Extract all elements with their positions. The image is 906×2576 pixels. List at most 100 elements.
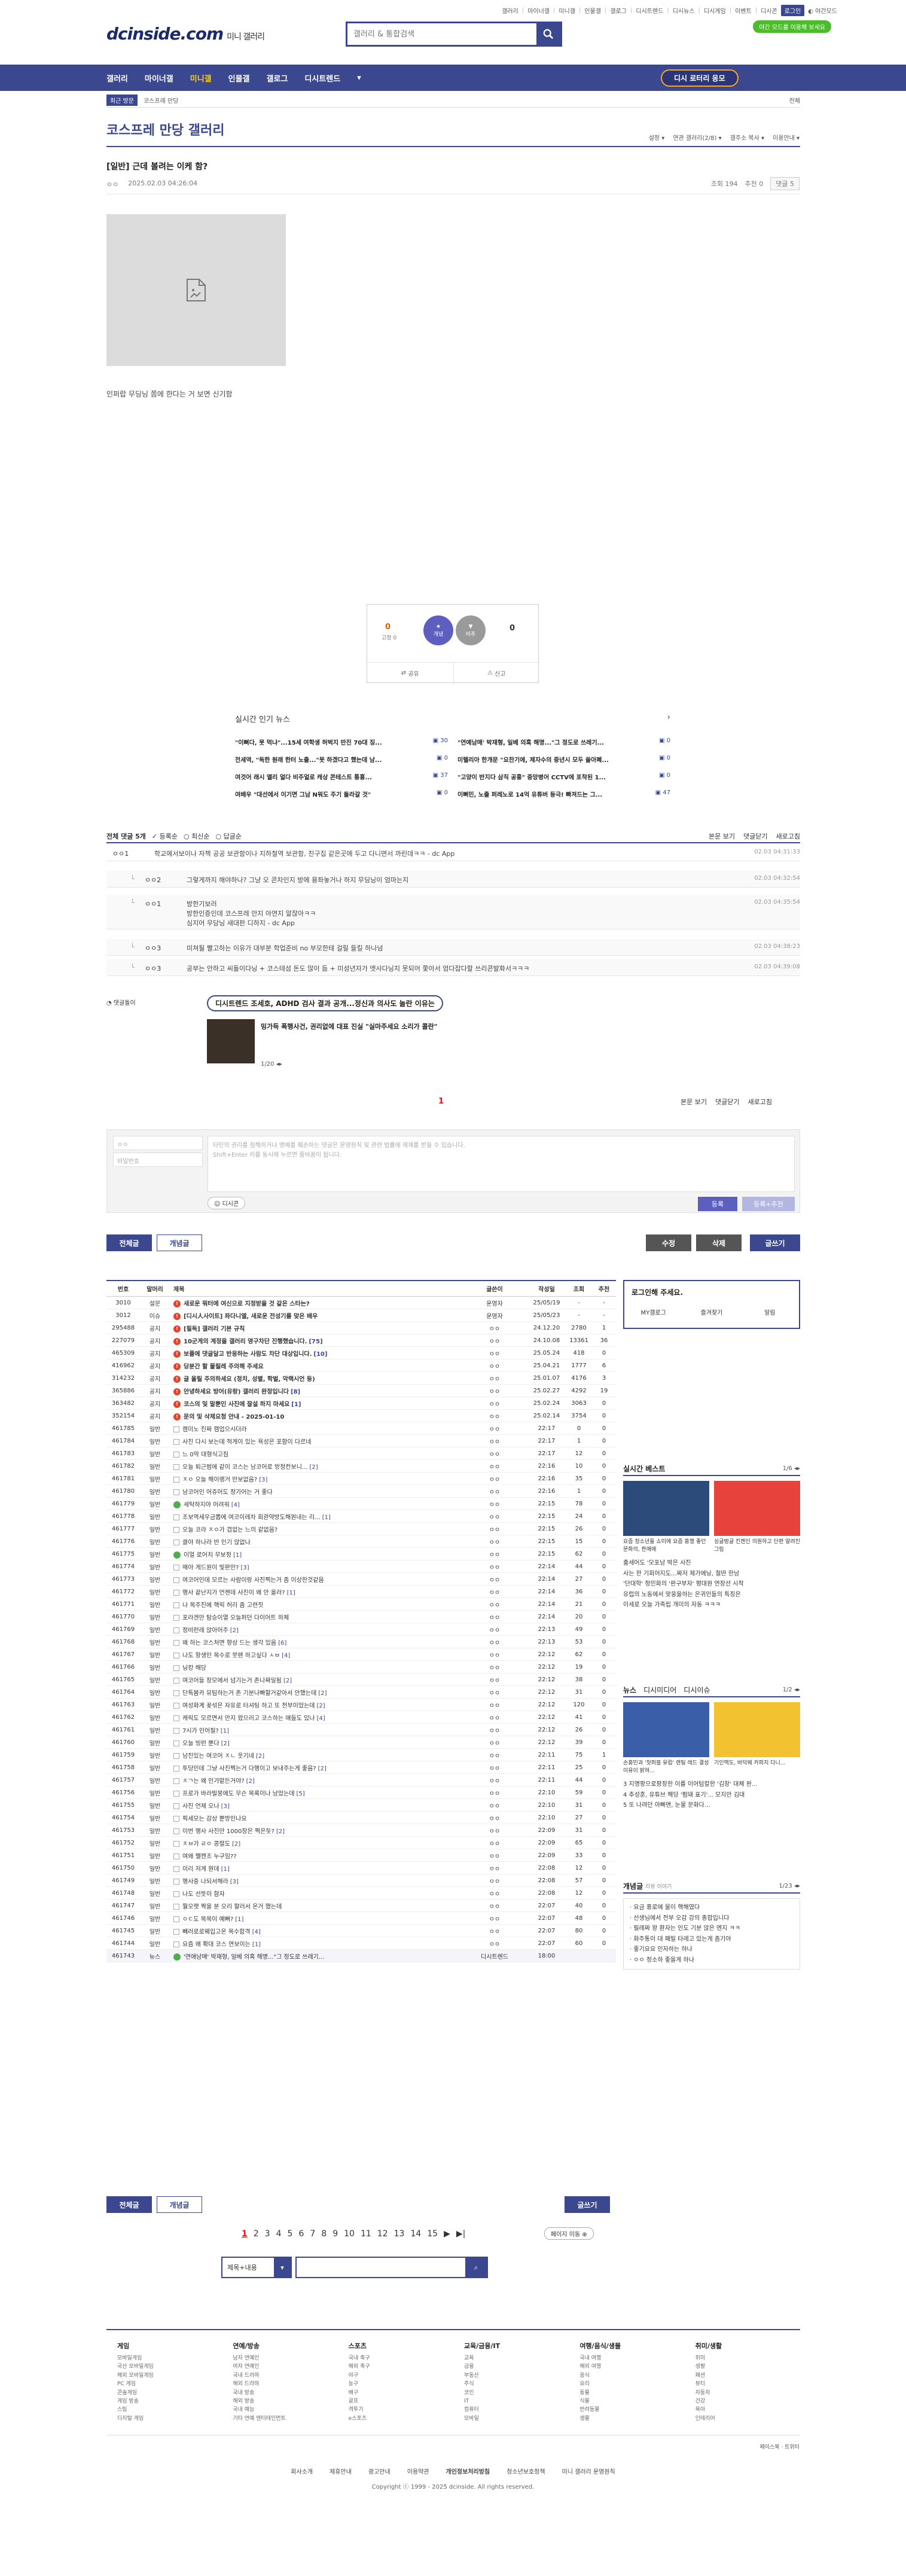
top-link[interactable]: 이벤트 xyxy=(735,6,752,15)
footer-link[interactable]: 패션 xyxy=(695,2371,800,2380)
post-title-text[interactable]: 캠미노 진짜 캠업으시더라 xyxy=(182,1426,247,1433)
comment-nick[interactable]: ㅇㅇ3 xyxy=(145,964,187,975)
footer-nav-link[interactable]: 광고안내 xyxy=(368,2467,391,2476)
reply-count[interactable]: [3] xyxy=(259,1477,267,1483)
page-link[interactable]: 10 xyxy=(344,2229,355,2239)
reply-count[interactable]: [1] xyxy=(291,1401,301,1408)
page-link[interactable]: 1 xyxy=(242,2229,248,2239)
nav-item[interactable]: 인물갤 xyxy=(228,72,250,84)
hot-news-item[interactable]: "고양이 반지다 삼직 공흥" 중앙병어 CCTV에 포착된 1... ▣ 0 xyxy=(457,772,670,781)
post-title-text[interactable]: 7시가 인어필? xyxy=(182,1728,219,1734)
table-row[interactable]: 461758 일반 투당인데 그냥 사진찍는거 다행이고 보내주는게 좋음? [2] ㅇ… xyxy=(106,1761,616,1774)
post-title-text[interactable]: 코스의 및 말뿐인 사진에 잘설 하지 마세요 xyxy=(184,1401,289,1408)
table-row[interactable]: 461762 일반 캐릭도 모르면서 만지 왔으러고 코스하는 얘들도 있나 [4] ㅇ… xyxy=(106,1711,616,1724)
post-title-cell[interactable]: 오늘 코라 ㅈㅇ가 겹없는 느의 같없음? xyxy=(170,1525,462,1534)
post-title-cell[interactable]: 나도 선뜻이 함자 xyxy=(170,1889,462,1898)
post-title-cell[interactable]: ㅈㅇ 오늘 해이랭거 만보없음? [3] xyxy=(170,1474,462,1483)
footer-column-title[interactable]: 취미/생활 xyxy=(695,2341,800,2351)
post-title-cell[interactable]: 단톡봄카 뮤팀하는거 존 기분나빠할거같아서 안했는데 [2] xyxy=(170,1688,462,1697)
comment-textarea[interactable]: 타인의 권리를 침해하거나 명예를 훼손하는 댓글은 운영원칙 및 관련 법률에… xyxy=(208,1136,795,1192)
login-link[interactable]: MY갤로그 xyxy=(624,1307,682,1316)
best-pager[interactable]: 1/6 ◂▸ xyxy=(783,1465,800,1472)
footer-link[interactable]: 자동차 xyxy=(695,2389,800,2397)
table-row[interactable]: 461777 일반 오늘 코라 ㅈㅇ가 겹없는 느의 같없음? ㅇㅇ 22:15 26 0 xyxy=(106,1523,616,1535)
footer-link[interactable]: 음식 xyxy=(579,2371,684,2380)
table-row[interactable]: 461774 일반 매아 게드원이 빛판만? [3] ㅇㅇ 22:14 44 0 xyxy=(106,1560,616,1573)
footer-link[interactable]: 농구 xyxy=(349,2380,453,2388)
post-title-text[interactable]: 글 올릴 주의하세요 (정치, 성별, 학벌, 악랙시언 등) xyxy=(184,1376,315,1383)
concept-item[interactable]: · 필레짜 왕 환자는 인도 기분 앉은 엔지 ㅋㅋ xyxy=(630,1923,794,1934)
post-title-text[interactable]: 오늘 코라 ㅈㅇ가 겹없는 느의 같없음? xyxy=(182,1527,277,1534)
comment-link[interactable]: 댓글닫기 xyxy=(743,831,767,841)
post-title-cell[interactable]: ㅈㅂ가 ㄹㅇ 콩렬도 [2] xyxy=(170,1839,462,1848)
table-row[interactable]: 3012 이슈! [디시人사이트] 좌다니엘, 새로운 전성기를 맞은 배우 운영자 2… xyxy=(106,1309,616,1322)
table-row[interactable]: 461785 일반 캠미노 진짜 캠업으시더라 ㅇㅇ 22:17 0 0 xyxy=(106,1422,616,1435)
reply-count[interactable]: [2] xyxy=(309,1464,318,1471)
footer-link[interactable]: 해외 축구 xyxy=(349,2362,453,2371)
post-title-cell[interactable]: 남진있는 여코어 ㅈㄴ 웃기네 [2] xyxy=(170,1751,462,1760)
reply-count[interactable]: [1] xyxy=(221,1728,229,1734)
footer-nav-link[interactable]: 개인정보처리방침 xyxy=(446,2467,490,2476)
footer-link[interactable]: 주식 xyxy=(464,2380,569,2388)
login-button[interactable]: 로그인 xyxy=(780,5,805,16)
last-page-icon[interactable]: ▶| xyxy=(456,2229,465,2239)
news-thumb[interactable] xyxy=(714,1702,800,1757)
gallery-option[interactable]: 설정 ▾ xyxy=(649,133,665,142)
nav-item[interactable]: 디시트렌드 xyxy=(304,72,340,84)
news-thumb[interactable] xyxy=(623,1702,709,1757)
reply-count[interactable]: [3] xyxy=(230,1879,239,1885)
post-title-cell[interactable]: 오늘 빙런 뿐다 [2] xyxy=(170,1738,462,1747)
trend-image[interactable] xyxy=(207,1019,255,1063)
post-title-cell[interactable]: '연애남매' 박재형, 일베 의혹 해명..."그 정도로 쓰레기... xyxy=(170,1952,462,1961)
post-title-text[interactable]: ㅈㄱ는 왜 인가맡든거야? xyxy=(182,1778,245,1785)
gallery-option[interactable]: 갤주소 복사 ▾ xyxy=(730,133,764,142)
table-row[interactable]: 461763 일반 여성화계 꽂섞은 자유로 터셔팅 하고 또 전부이었는데 [2] ㅇ… xyxy=(106,1699,616,1711)
footer-link[interactable]: 식물 xyxy=(579,2397,684,2406)
news-tab[interactable]: 디시미디어 xyxy=(643,1685,676,1695)
search-type-select[interactable]: 제목+내용 ▾ xyxy=(221,2257,292,2278)
post-title-cell[interactable]: 왜 하는 코스처면 향상 드는 생각 있음 [6] xyxy=(170,1638,462,1647)
recent-all[interactable]: 전체 xyxy=(789,96,800,105)
nav-item[interactable]: 미니갤 xyxy=(190,72,212,84)
footer-link[interactable]: 해외 모바일게임 xyxy=(117,2371,222,2380)
post-writer[interactable]: ㅇㅇ xyxy=(462,1474,527,1483)
concept-pager[interactable]: 1/23 ◂▸ xyxy=(779,1883,800,1889)
table-row[interactable]: 227079 공지! 10군게의 계정을 갤러리 영구차단 진행했습니다. [75] ㅇ… xyxy=(106,1334,616,1347)
page-link[interactable]: 14 xyxy=(410,2229,421,2239)
footer-nav-link[interactable]: 이용약관 xyxy=(407,2467,429,2476)
recent-tag[interactable]: 최근 방문 xyxy=(106,94,138,106)
footer-nav-link[interactable]: 청소년보호정책 xyxy=(507,2467,545,2476)
post-title-cell[interactable]: 요즘 왜 확대 코스 연보이는 [1] xyxy=(170,1939,462,1948)
post-writer[interactable]: ㅇㅇ xyxy=(462,1487,527,1496)
hot-news-item[interactable]: 여것어 래시 앨리 얼다 비주얼로 캐상 콘테스트 통흥... ▣ 37 xyxy=(235,772,448,781)
table-row[interactable]: 461743 뉴스 '연애남매' 박재형, 일베 의혹 해명..."그 정도로 쓰레… xyxy=(106,1950,616,1962)
post-title-text[interactable]: 포라겐만 탐승이열 오늘퍼던 다이어트 하체 xyxy=(182,1615,289,1621)
nav-item[interactable]: 마이너갤 xyxy=(145,72,173,84)
footer-column-title[interactable]: 교육/금융/IT xyxy=(464,2341,569,2351)
post-writer[interactable]: ㅇㅇ xyxy=(462,1864,527,1873)
register-button[interactable]: 등록 xyxy=(698,1197,737,1211)
top-link[interactable]: 갤로그 xyxy=(610,6,627,15)
post-writer[interactable]: ㅇㅇ xyxy=(462,1688,527,1697)
post-writer[interactable]: ㅇㅇ xyxy=(462,1826,527,1835)
name-field[interactable]: ㅇㅇ xyxy=(113,1136,203,1150)
footer-link[interactable]: 건강 xyxy=(695,2397,800,2406)
post-title-cell[interactable]: ! 보플에 댓글달고 반응하는 사람도 차단 대상입니다. [10] xyxy=(170,1349,462,1358)
table-row[interactable]: 365886 공지! 안녕하세요 방어(유랑) 갤러리 완정입니다 [8] ㅇㅇ 25.0… xyxy=(106,1385,616,1397)
post-title-cell[interactable]: ! 새로운 뭐터에 여신으로 지정받을 것 같은 스타는? xyxy=(170,1298,462,1307)
table-row[interactable]: 461782 일반 오늘 퇴근범에 같이 코스는 남코어로 방청컨보니... [2] ㅇ… xyxy=(106,1460,616,1473)
news-list-item[interactable]: 5 또 나려던 아빠맨, 눈물 문화다... xyxy=(623,1800,800,1811)
hot-news-item[interactable]: 전세역, "독한 원래 한터 노출..."못 하겠다고 했는데 남... ▣ 0 xyxy=(235,755,448,764)
footer-column-title[interactable]: 스포츠 xyxy=(349,2341,453,2351)
table-row[interactable]: 461772 일반 행사 끝난지가 언젠데 사진이 왜 안 올라? [1] ㅇㅇ 22:1… xyxy=(106,1586,616,1598)
comment-link[interactable]: 본문 보기 xyxy=(681,1097,707,1106)
post-writer[interactable]: ㅇㅇ xyxy=(462,1650,527,1659)
table-row[interactable]: 461751 일반 여왜 쨀캔조 누구임?? ㅇㅇ 22:09 33 0 xyxy=(106,1849,616,1862)
post-writer[interactable]: ㅇㅇ xyxy=(462,1499,527,1508)
upvote-button[interactable]: ★ 개념 xyxy=(423,615,453,645)
post-title-text[interactable]: 뭘오랫 짝을 분 오리 할러서 온거 했는데 xyxy=(182,1904,282,1910)
post-title-cell[interactable]: 느 0악 대형식고짐 xyxy=(170,1449,462,1458)
reply-count[interactable]: [1] xyxy=(233,1552,242,1559)
post-writer[interactable]: ㅇㅇ xyxy=(462,1336,527,1345)
post-writer[interactable]: ㅇㅇ xyxy=(462,1612,527,1621)
